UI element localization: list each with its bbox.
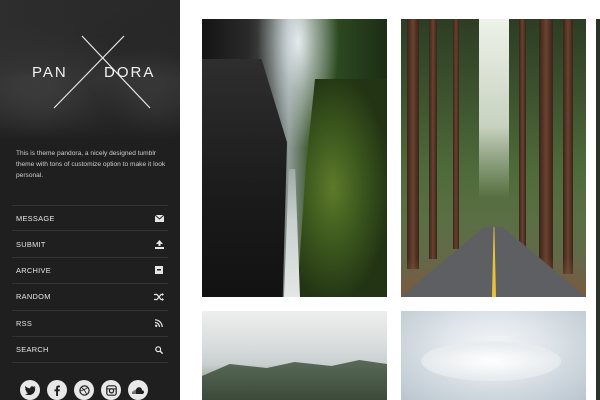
redwood-road-photo[interactable] xyxy=(401,19,586,297)
next-column-photo-edge[interactable] xyxy=(596,19,600,400)
menu-item-message[interactable]: MESSAGE xyxy=(12,205,168,232)
menu-item-search[interactable]: SEARCH xyxy=(12,337,168,364)
menu-label: MESSAGE xyxy=(16,213,55,223)
upload-icon xyxy=(154,239,164,249)
twitter-icon[interactable] xyxy=(20,380,40,400)
tree-trunk xyxy=(407,19,419,269)
menu-label: SEARCH xyxy=(16,345,49,355)
logo-text-left: PAN xyxy=(32,64,68,81)
menu-item-random[interactable]: RANDOM xyxy=(12,284,168,311)
archive-icon xyxy=(154,265,164,275)
cliff-ridge xyxy=(202,360,387,400)
intro-text: This is theme pandora, a nicely designed… xyxy=(16,150,166,179)
mossy-cliff xyxy=(297,79,387,297)
tree-trunk xyxy=(453,19,459,249)
logo-text-right: DORA xyxy=(104,64,156,81)
gorge-rock-wall xyxy=(202,59,287,297)
rss-icon xyxy=(154,318,164,328)
coastal-cliffs-photo[interactable] xyxy=(202,311,387,400)
instagram-icon[interactable] xyxy=(101,380,121,400)
facebook-icon[interactable] xyxy=(47,380,67,400)
cloudy-sky-photo[interactable] xyxy=(401,311,586,400)
menu-label: RANDOM xyxy=(16,292,51,302)
waterfall-gorge-photo[interactable] xyxy=(202,19,387,297)
tree-trunk xyxy=(563,19,573,274)
menu-label: RSS xyxy=(16,318,33,328)
social-links xyxy=(20,380,148,400)
search-icon xyxy=(154,345,164,355)
tree-trunk xyxy=(429,19,437,259)
menu-item-archive[interactable]: ARCHIVE xyxy=(12,258,168,285)
shuffle-icon xyxy=(154,292,164,302)
menu-label: SUBMIT xyxy=(16,239,46,249)
tree-trunk xyxy=(539,19,553,269)
site-logo[interactable]: PAN DORA xyxy=(30,32,154,112)
soundcloud-icon[interactable] xyxy=(128,380,148,400)
envelope-icon xyxy=(154,213,164,223)
sidebar: PAN DORA This is theme pandora, a nicely… xyxy=(0,0,180,400)
cloud xyxy=(421,341,561,381)
dribbble-icon[interactable] xyxy=(74,380,94,400)
waterfall xyxy=(284,169,300,297)
menu-item-rss[interactable]: RSS xyxy=(12,311,168,337)
sidebar-menu: MESSAGE SUBMIT ARCHIVE RANDOM RSS SEARCH xyxy=(12,205,168,364)
menu-item-submit[interactable]: SUBMIT xyxy=(12,231,168,258)
tree-trunk xyxy=(519,19,526,254)
menu-label: ARCHIVE xyxy=(16,265,51,275)
sky-gap xyxy=(479,19,509,199)
